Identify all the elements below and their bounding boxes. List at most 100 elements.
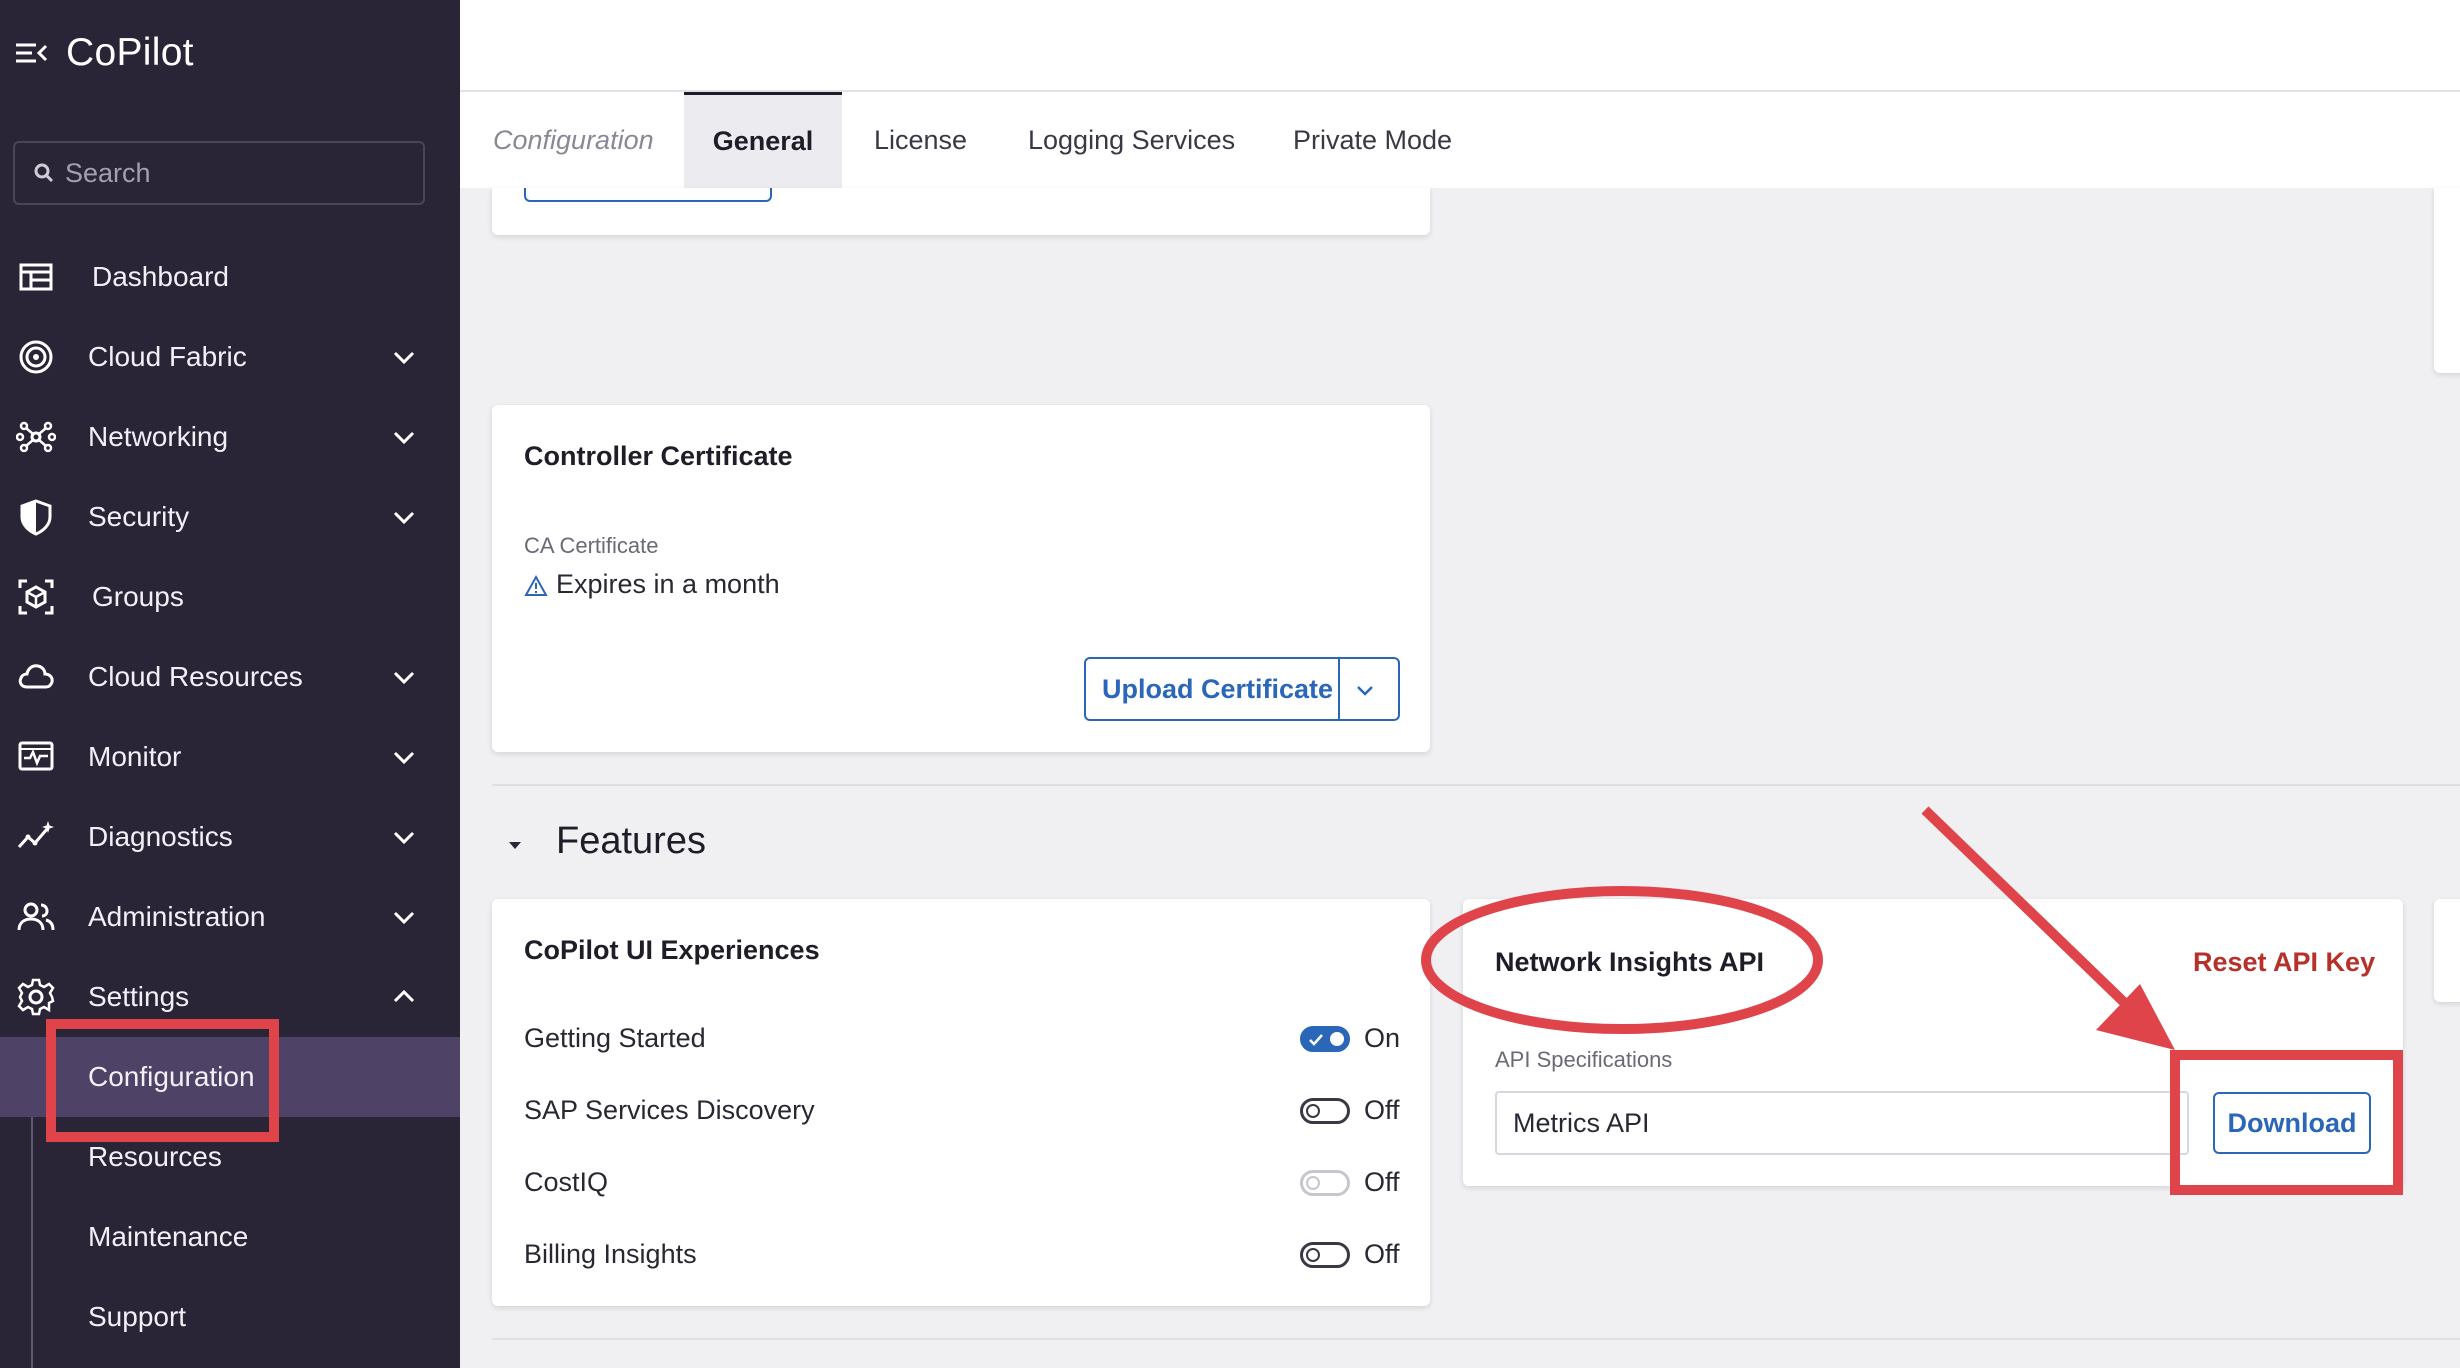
administration-icon: [17, 902, 55, 931]
search-input[interactable]: [65, 157, 405, 189]
sidebar-item-label: Monitor: [88, 741, 182, 772]
chevron-down-icon: [393, 671, 415, 685]
features-heading: Features: [556, 820, 706, 862]
sidebar-item-label: Settings: [88, 981, 190, 1012]
sidebar: CoPilot Dashboard Cloud Fabric: [0, 0, 460, 1368]
reset-api-key-link[interactable]: Reset API Key: [2193, 947, 2375, 978]
chevron-down-icon[interactable]: [1354, 679, 1376, 701]
cloud-icon: [18, 664, 54, 689]
dashboard-icon: [19, 263, 53, 291]
shield-icon: [20, 499, 52, 536]
toggle-label-getting-started: Getting Started: [524, 1023, 706, 1053]
sidebar-item-label: Groups: [92, 581, 184, 612]
section-divider-bottom: [492, 1338, 2460, 1340]
search-icon: [34, 163, 54, 183]
upload-certificate-label: Upload Certificate: [1102, 673, 1334, 704]
sidebar-item-security[interactable]: Security: [0, 477, 460, 557]
sidebar-subitem-label: Support: [88, 1301, 187, 1332]
sidebar-item-label: Diagnostics: [88, 821, 233, 852]
controller-certificate-title: Controller Certificate: [524, 441, 793, 471]
certificate-status: Expires in a month: [556, 569, 780, 599]
ca-certificate-label: CA Certificate: [524, 533, 659, 558]
toggle-knob: [1306, 1104, 1320, 1118]
sidebar-subitem-label: Configuration: [88, 1061, 255, 1092]
ui-experiences-title: CoPilot UI Experiences: [524, 935, 820, 965]
toggle-knob: [1330, 1032, 1344, 1046]
search-box[interactable]: [13, 141, 425, 205]
tab-bar: Configuration General License Logging Se…: [460, 92, 2460, 188]
tab-private-mode[interactable]: Private Mode: [1293, 92, 1452, 188]
toggle-label-sap-services-discovery: SAP Services Discovery: [524, 1095, 815, 1125]
upload-certificate-button[interactable]: Upload Certificate: [1084, 657, 1400, 721]
chevron-down-icon: [393, 751, 415, 765]
groups-icon: [18, 579, 54, 615]
sidebar-item-label: Security: [88, 501, 190, 532]
sidebar-item-label: Cloud Resources: [88, 661, 303, 692]
api-specifications-label: API Specifications: [1495, 1047, 1673, 1072]
sidebar-subitem-label: Maintenance: [88, 1221, 249, 1252]
sidebar-item-monitor[interactable]: Monitor: [0, 717, 460, 797]
chevron-down-icon: [393, 351, 415, 365]
sap-services-discovery-toggle[interactable]: [1300, 1098, 1350, 1124]
download-button[interactable]: Download: [2213, 1092, 2371, 1154]
collapse-menu-icon[interactable]: [14, 36, 48, 70]
sidebar-item-administration[interactable]: Administration: [0, 877, 460, 957]
ui-experiences-card: CoPilot UI Experiences Getting Started O…: [492, 899, 1430, 1306]
sap-services-discovery-state: Off: [1364, 1095, 1400, 1125]
sidebar-subitem-resources[interactable]: Resources: [0, 1117, 460, 1197]
partial-card-top: [492, 188, 1430, 235]
caret-down-icon[interactable]: [504, 834, 526, 856]
networking-icon: [16, 421, 56, 453]
chevron-down-icon: [393, 431, 415, 445]
monitor-icon: [18, 741, 54, 771]
sidebar-item-label: Dashboard: [92, 261, 229, 292]
split-divider: [1338, 659, 1340, 719]
sidebar-item-groups[interactable]: Groups: [0, 557, 460, 637]
sidebar-subitem-label: Resources: [88, 1141, 222, 1172]
tab-configuration[interactable]: Configuration: [493, 92, 654, 188]
sidebar-item-label: Cloud Fabric: [88, 341, 247, 372]
billing-insights-toggle[interactable]: [1300, 1242, 1350, 1268]
top-bar: [460, 0, 2460, 92]
sidebar-subitem-support[interactable]: Support: [0, 1277, 460, 1357]
partial-button[interactable]: [524, 188, 772, 202]
app-title: CoPilot: [66, 31, 194, 74]
tab-general[interactable]: General: [684, 92, 842, 188]
sidebar-item-diagnostics[interactable]: Diagnostics: [0, 797, 460, 877]
tab-license[interactable]: License: [874, 92, 967, 188]
billing-insights-state: Off: [1364, 1239, 1400, 1269]
toggle-knob: [1306, 1176, 1320, 1190]
controller-certificate-card: Controller Certificate CA Certificate Ex…: [492, 405, 1430, 752]
api-specification-value: Metrics API: [1513, 1107, 1650, 1138]
brand: CoPilot: [14, 28, 194, 78]
sidebar-item-cloud-fabric[interactable]: Cloud Fabric: [0, 317, 460, 397]
gear-icon: [17, 978, 55, 1016]
toggle-label-costiq: CostIQ: [524, 1167, 609, 1197]
section-divider: [492, 784, 2460, 786]
sidebar-item-networking[interactable]: Networking: [0, 397, 460, 477]
costiq-toggle[interactable]: [1300, 1170, 1350, 1196]
sidebar-item-label: Administration: [88, 901, 266, 932]
sidebar-item-dashboard[interactable]: Dashboard: [0, 237, 460, 317]
sidebar-subitem-configuration[interactable]: Configuration: [0, 1037, 460, 1117]
cloud-fabric-icon: [19, 340, 53, 374]
chevron-down-icon: [393, 911, 415, 925]
getting-started-toggle[interactable]: [1300, 1026, 1350, 1052]
partial-card-right-2: [2434, 899, 2460, 1002]
toggle-knob: [1306, 1248, 1320, 1262]
warning-icon: [524, 574, 548, 596]
chevron-down-icon: [393, 831, 415, 845]
sidebar-subitem-maintenance[interactable]: Maintenance: [0, 1197, 460, 1277]
sidebar-item-cloud-resources[interactable]: Cloud Resources: [0, 637, 460, 717]
sidebar-item-settings[interactable]: Settings: [0, 957, 460, 1037]
chevron-down-icon: [393, 511, 415, 525]
api-specification-select[interactable]: Metrics API: [1495, 1091, 2189, 1155]
getting-started-state: On: [1364, 1023, 1401, 1053]
toggle-label-billing-insights: Billing Insights: [524, 1239, 697, 1269]
check-icon: [1309, 1034, 1323, 1046]
costiq-state: Off: [1364, 1167, 1400, 1197]
sidebar-item-label: Networking: [88, 421, 229, 452]
tab-logging-services[interactable]: Logging Services: [1028, 92, 1235, 188]
network-insights-api-card: Network Insights API Reset API Key API S…: [1463, 899, 2403, 1186]
partial-card-right: [2434, 188, 2460, 373]
